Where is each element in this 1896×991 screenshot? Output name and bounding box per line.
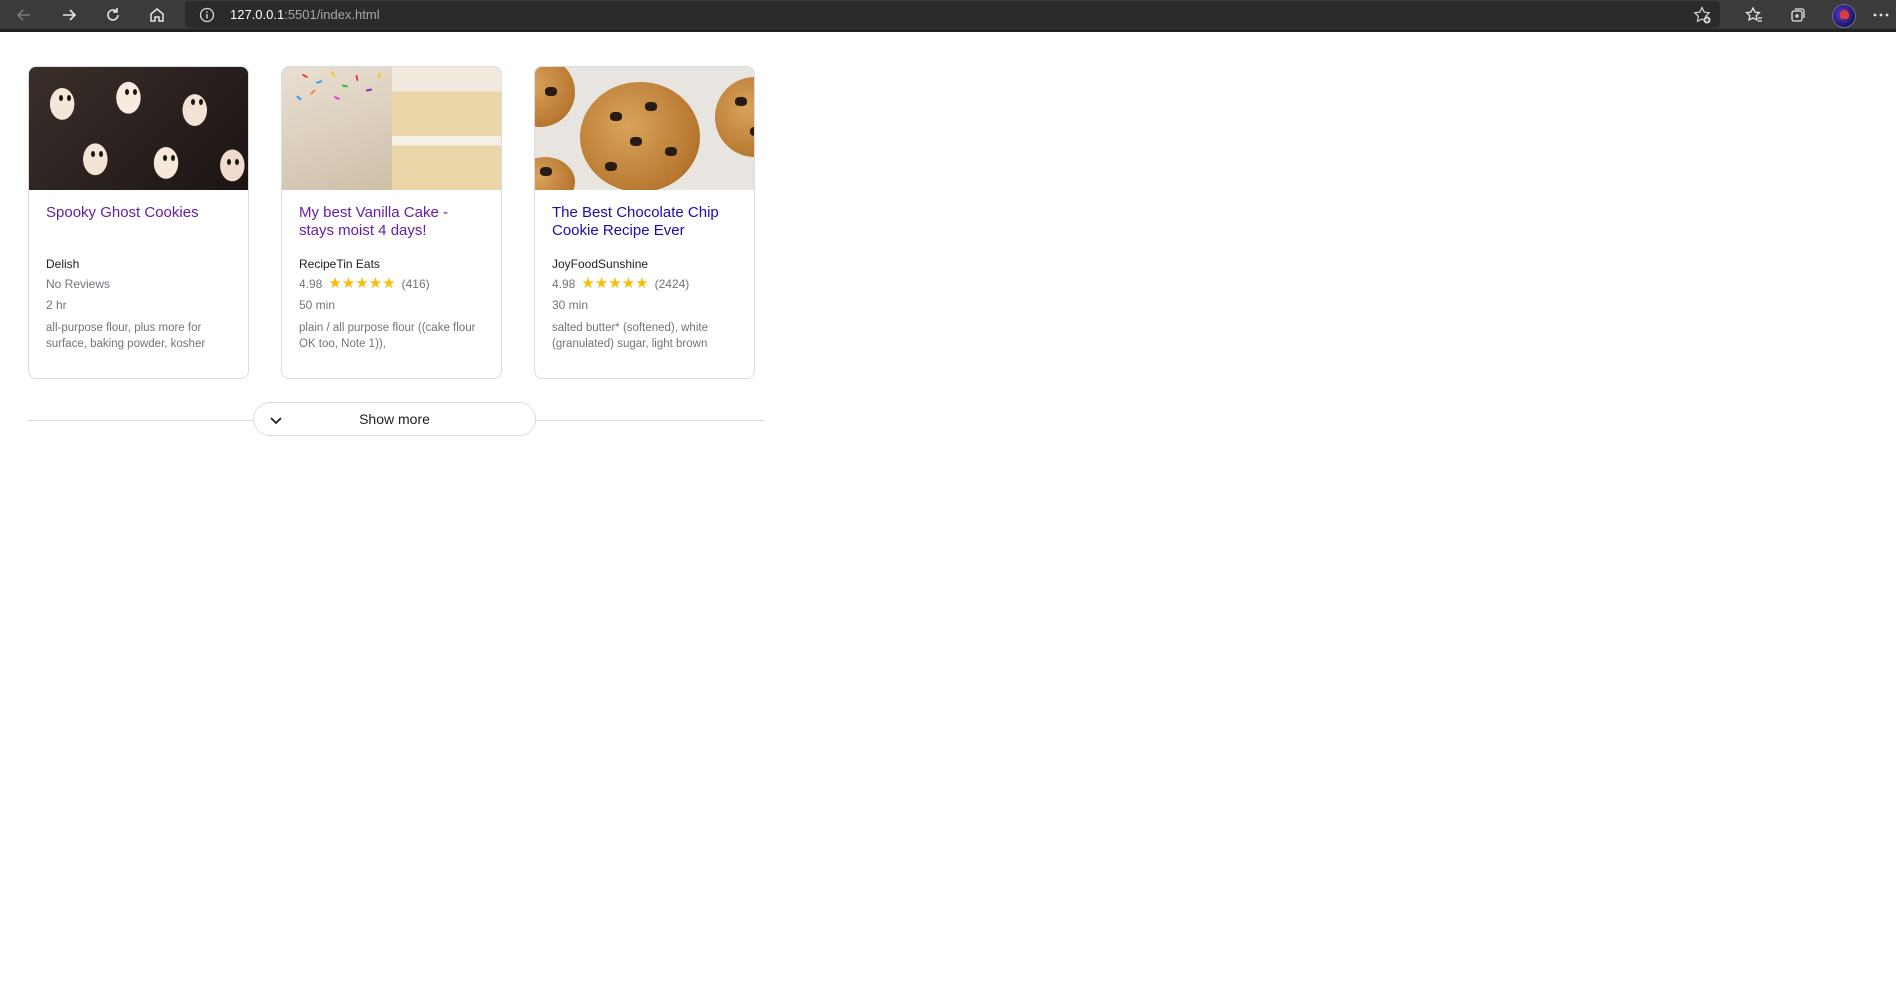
recipe-title-link[interactable]: The Best Chocolate Chip Cookie Recipe Ev…	[552, 204, 737, 244]
recipe-source: Delish	[46, 257, 80, 271]
recipe-time: 30 min	[552, 298, 589, 312]
address-bar[interactable]: 127.0.0.1:5501/index.html	[185, 1, 1720, 28]
browser-toolbar: 127.0.0.1:5501/index.html	[0, 0, 1896, 32]
info-icon[interactable]	[199, 7, 215, 23]
recipe-rating: 4.98 ★★★★★ (2424)	[552, 273, 737, 295]
more-icon[interactable]	[1866, 0, 1896, 29]
recipe-image	[535, 67, 754, 190]
url-text[interactable]: 127.0.0.1:5501/index.html	[230, 7, 380, 22]
url-host: 127.0.0.1	[230, 7, 285, 22]
favorites-icon[interactable]	[1734, 0, 1774, 29]
recipe-source: JoyFoodSunshine	[552, 257, 649, 271]
home-icon[interactable]	[137, 0, 177, 29]
chevron-down-icon	[270, 417, 282, 425]
recipe-image	[282, 67, 501, 190]
recipe-time: 2 hr	[46, 298, 67, 312]
recipe-ingredients: all-purpose flour, plus more for surface…	[46, 322, 206, 350]
recipe-title-link[interactable]: Spooky Ghost Cookies	[46, 204, 231, 244]
star-rating-icon: ★★★★★	[581, 275, 649, 292]
recipe-image	[29, 67, 248, 190]
rating-value: 4.98	[552, 277, 576, 291]
rating-value: 4.98	[299, 277, 323, 291]
recipe-card[interactable]: My best Vanilla Cake - stays moist 4 day…	[281, 66, 502, 379]
refresh-icon[interactable]	[93, 0, 133, 29]
recipe-ingredients: plain / all purpose flour ((cake flour O…	[299, 322, 476, 350]
recipe-rating: 4.98 ★★★★★ (416)	[299, 273, 484, 295]
collections-icon[interactable]	[1778, 0, 1818, 29]
star-rating-icon: ★★★★★	[328, 275, 396, 292]
recipe-card[interactable]: Spooky Ghost Cookies Delish No Reviews 2…	[28, 66, 249, 379]
recipe-ingredients: salted butter* (softened), white (granul…	[552, 322, 708, 350]
add-favorite-icon[interactable]	[1692, 5, 1712, 25]
review-count: (2424)	[654, 277, 690, 291]
url-path: :5501/index.html	[284, 7, 380, 22]
review-count: (416)	[401, 277, 430, 291]
profile-avatar[interactable]	[1832, 4, 1856, 28]
show-more-label: Show more	[359, 411, 430, 427]
recipe-rating: No Reviews	[46, 273, 231, 295]
forward-icon[interactable]	[49, 0, 89, 29]
recipe-title-link[interactable]: My best Vanilla Cake - stays moist 4 day…	[299, 204, 484, 244]
show-more-button[interactable]: Show more	[253, 402, 536, 436]
recipe-source: RecipeTin Eats	[299, 257, 380, 271]
no-reviews-text: No Reviews	[46, 277, 111, 291]
recipe-card[interactable]: The Best Chocolate Chip Cookie Recipe Ev…	[534, 66, 755, 379]
back-icon[interactable]	[4, 0, 44, 29]
recipe-time: 50 min	[299, 298, 336, 312]
recipe-carousel: Spooky Ghost Cookies Delish No Reviews 2…	[28, 66, 755, 379]
